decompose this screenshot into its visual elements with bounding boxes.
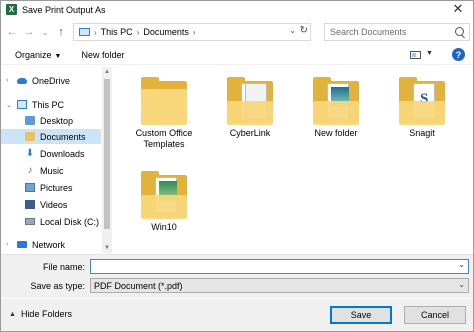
chevron-down-icon[interactable]: ⌄	[458, 260, 465, 269]
computer-icon	[17, 100, 27, 109]
sidebar-item-onedrive[interactable]: › OneDrive	[1, 73, 101, 88]
window-title: Save Print Output As	[22, 4, 106, 15]
up-arrow-icon[interactable]: ↑	[54, 24, 68, 40]
organize-button[interactable]: Organize ▼	[15, 50, 61, 60]
search-box[interactable]	[324, 23, 470, 41]
file-name-combo[interactable]: ⌄	[90, 259, 469, 274]
onedrive-icon	[17, 77, 27, 84]
folder-icon	[227, 77, 273, 125]
title-bar: X Save Print Output As ✕	[1, 1, 473, 18]
folder-item[interactable]: CyberLink	[211, 77, 289, 139]
navigation-scrollbar[interactable]: ▲ ▼	[102, 67, 112, 253]
sidebar-item-pictures[interactable]: Pictures	[1, 180, 101, 195]
folder-label: New folder	[314, 128, 358, 138]
folder-item[interactable]: S Snagit	[383, 77, 461, 139]
address-row: ← → ⌄ ↑ › This PC › Documents › ⌄ ↻	[1, 19, 473, 45]
music-icon: ♪	[27, 165, 33, 176]
breadcrumb-documents[interactable]: Documents	[143, 27, 189, 37]
hide-folders-toggle[interactable]: ▲ Hide Folders	[9, 309, 72, 319]
scrollbar-thumb[interactable]	[104, 79, 110, 229]
sidebar-item-videos[interactable]: Videos	[1, 197, 101, 212]
caret-up-icon: ▲	[9, 310, 16, 318]
sidebar-item-local-disk[interactable]: Local Disk (C:)	[1, 214, 101, 229]
sidebar-item-label: Network	[32, 239, 66, 250]
new-folder-button[interactable]: New folder	[81, 50, 124, 60]
folder-label: Win10	[151, 222, 177, 232]
file-fields: File name: ⌄ Save as type: PDF Document …	[1, 254, 473, 298]
sidebar-item-music[interactable]: ♪ Music	[1, 163, 101, 178]
view-dropdown-icon[interactable]: ▼	[426, 50, 433, 57]
folder-icon	[313, 77, 359, 125]
command-bar: Organize ▼ New folder ▼ ?	[1, 45, 473, 65]
folder-icon: S	[399, 77, 445, 125]
folder-item[interactable]: Custom Office Templates	[125, 77, 203, 150]
save-type-value: PDF Document (*.pdf)	[94, 280, 183, 291]
sidebar-item-desktop[interactable]: Desktop	[1, 113, 101, 128]
cancel-button[interactable]: Cancel	[404, 306, 466, 324]
save-button[interactable]: Save	[330, 306, 392, 324]
dialog-footer: ▲ Hide Folders Save Cancel	[1, 299, 473, 331]
sidebar-item-label: Music	[40, 165, 64, 176]
folder-item[interactable]: Win10	[125, 171, 203, 233]
search-icon	[455, 27, 464, 36]
excel-icon: X	[6, 4, 17, 15]
caret-down-icon: ▼	[54, 52, 62, 60]
computer-icon	[79, 28, 90, 36]
sidebar-item-label: Documents	[40, 131, 86, 142]
save-dialog: X Save Print Output As ✕ ← → ⌄ ↑ › This …	[0, 0, 474, 332]
address-dropdown-icon[interactable]: ⌄	[289, 26, 296, 35]
close-icon[interactable]: ✕	[451, 2, 465, 16]
sidebar-item-label: This PC	[32, 99, 65, 110]
disk-icon	[25, 218, 35, 225]
folder-icon	[141, 77, 187, 125]
expand-chevron-icon[interactable]: ›	[6, 77, 8, 84]
organize-label: Organize	[15, 49, 52, 60]
hide-folders-label: Hide Folders	[20, 309, 72, 319]
folder-item[interactable]: New folder	[297, 77, 375, 139]
navigation-pane: › OneDrive ⌄ This PC Desktop Documents ⬇…	[1, 67, 101, 253]
chevron-down-icon[interactable]: ⌄	[458, 280, 465, 289]
search-input[interactable]	[330, 27, 450, 37]
sidebar-item-label: OneDrive	[32, 75, 71, 86]
sidebar-item-label: Desktop	[40, 115, 74, 126]
collapse-chevron-icon[interactable]: ⌄	[6, 101, 12, 109]
save-type-select[interactable]: PDF Document (*.pdf) ⌄	[90, 278, 469, 293]
breadcrumb-separator-icon: ›	[192, 27, 196, 37]
folder-label: Snagit	[409, 128, 435, 138]
sidebar-item-label: Videos	[40, 199, 68, 210]
folder-icon	[141, 171, 187, 219]
videos-icon	[25, 200, 35, 209]
view-options-icon[interactable]	[410, 51, 421, 59]
scroll-down-icon[interactable]: ▼	[104, 245, 110, 251]
sidebar-item-label: Local Disk (C:)	[40, 216, 100, 227]
breadcrumb-this-pc[interactable]: This PC	[101, 27, 133, 37]
sidebar-item-documents[interactable]: Documents	[1, 129, 101, 144]
scroll-up-icon[interactable]: ▲	[104, 69, 110, 75]
address-bar[interactable]: › This PC › Documents › ⌄ ↻	[73, 23, 311, 41]
forward-arrow-icon[interactable]: →	[22, 24, 36, 40]
expand-chevron-icon[interactable]: ›	[6, 241, 8, 248]
sidebar-item-label: Downloads	[40, 148, 85, 159]
desktop-folder-icon	[25, 116, 35, 125]
refresh-icon[interactable]: ↻	[300, 25, 308, 36]
breadcrumb-separator-icon: ›	[136, 27, 140, 37]
save-type-label: Save as type:	[30, 281, 85, 291]
sidebar-item-this-pc[interactable]: ⌄ This PC	[1, 97, 101, 112]
pictures-icon	[25, 183, 35, 192]
help-icon[interactable]: ?	[452, 48, 465, 61]
file-list: Custom Office Templates CyberLink New fo…	[113, 67, 473, 253]
sidebar-item-downloads[interactable]: ⬇ Downloads	[1, 146, 101, 161]
network-icon	[17, 241, 27, 248]
breadcrumb-separator-icon: ›	[94, 27, 97, 37]
folder-label: CyberLink	[229, 128, 271, 138]
downloads-icon: ⬇	[25, 148, 35, 159]
sidebar-item-label: Pictures	[40, 182, 73, 193]
documents-folder-icon	[25, 132, 35, 141]
file-name-label: File name:	[42, 262, 85, 272]
folder-label: Custom Office Templates	[135, 128, 193, 149]
sidebar-item-network[interactable]: › Network	[1, 237, 101, 252]
back-arrow-icon[interactable]: ←	[5, 24, 19, 40]
recent-locations-chevron-icon[interactable]: ⌄	[38, 24, 52, 40]
file-name-input[interactable]	[93, 260, 453, 273]
